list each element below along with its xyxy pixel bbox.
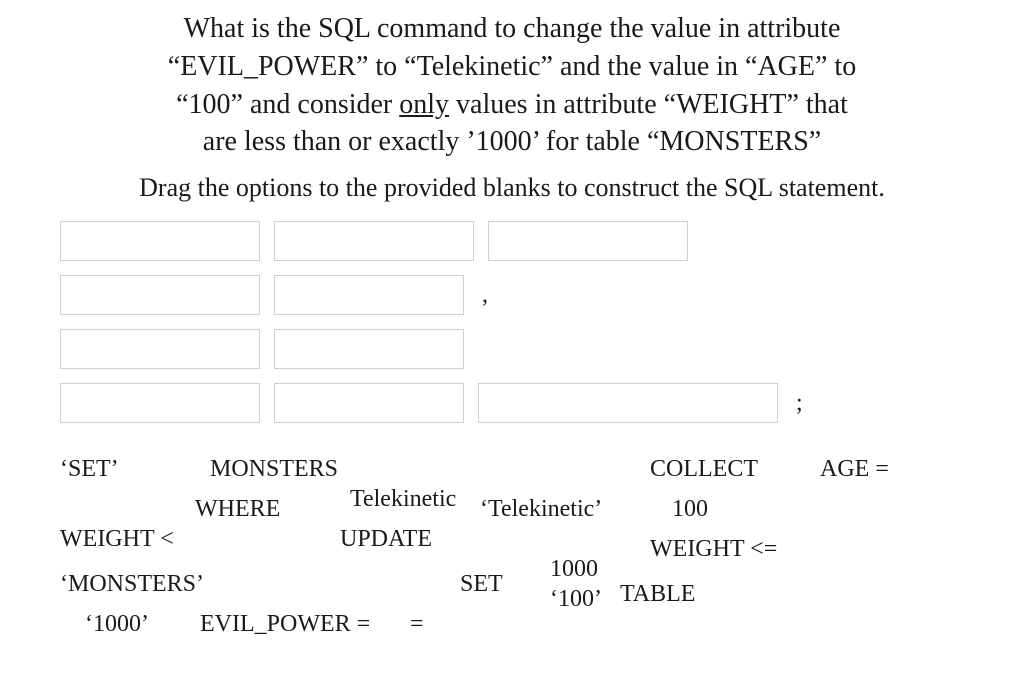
option-hundred[interactable]: 100 <box>672 491 708 528</box>
option-telekinetic[interactable]: Telekinetic <box>350 481 456 518</box>
option-collect[interactable]: COLLECT <box>650 451 758 488</box>
q-line1: What is the SQL command to change the va… <box>184 13 841 44</box>
option-update[interactable]: UPDATE <box>340 521 432 558</box>
comma-1: , <box>478 282 492 309</box>
blanks-area: , ; <box>60 221 964 423</box>
blank-2-2[interactable] <box>274 275 464 315</box>
semicolon: ; <box>792 390 807 417</box>
blank-4-2[interactable] <box>274 383 464 423</box>
blank-row-2: , <box>60 275 964 315</box>
question-text: What is the SQL command to change the va… <box>60 10 964 161</box>
instruction-text: Drag the options to the provided blanks … <box>60 173 964 203</box>
blank-2-1[interactable] <box>60 275 260 315</box>
blank-3-1[interactable] <box>60 329 260 369</box>
blank-1-2[interactable] <box>274 221 474 261</box>
blank-row-1 <box>60 221 964 261</box>
option-monsters[interactable]: MONSTERS <box>210 451 338 488</box>
option-set[interactable]: SET <box>460 566 503 603</box>
option-table[interactable]: TABLE <box>620 576 695 613</box>
q-line3b: values in attribute “WEIGHT” that <box>449 89 848 120</box>
option-eq[interactable]: = <box>410 606 424 643</box>
option-age-eq[interactable]: AGE = <box>820 451 889 488</box>
option-monsters-quoted[interactable]: ‘MONSTERS’ <box>60 566 204 603</box>
options-pool: ‘SET’ MONSTERS COLLECT AGE = WHERE Telek… <box>60 451 964 671</box>
option-telekinetic-quoted[interactable]: ‘Telekinetic’ <box>480 491 602 528</box>
blank-1-3[interactable] <box>488 221 688 261</box>
blank-row-3 <box>60 329 964 369</box>
option-evil-power-eq[interactable]: EVIL_POWER = <box>200 606 370 643</box>
option-thousand-quoted[interactable]: ‘1000’ <box>85 606 149 643</box>
blank-3-2[interactable] <box>274 329 464 369</box>
q-line4: are less than or exactly ’1000’ for tabl… <box>203 126 821 157</box>
q-line3a: “100” and consider <box>176 89 399 120</box>
option-where[interactable]: WHERE <box>195 491 280 528</box>
blank-4-1[interactable] <box>60 383 260 423</box>
option-weight-lte[interactable]: WEIGHT <= <box>650 531 777 568</box>
option-weight-lt[interactable]: WEIGHT < <box>60 521 174 558</box>
q-line2: “EVIL_POWER” to “Telekinetic” and the va… <box>168 51 856 82</box>
q-line3-underlined: only <box>399 89 449 120</box>
option-hundred-quoted[interactable]: ‘100’ <box>550 581 602 618</box>
blank-row-4: ; <box>60 383 964 423</box>
blank-4-3[interactable] <box>478 383 778 423</box>
option-set-quoted[interactable]: ‘SET’ <box>60 451 119 488</box>
blank-1-1[interactable] <box>60 221 260 261</box>
